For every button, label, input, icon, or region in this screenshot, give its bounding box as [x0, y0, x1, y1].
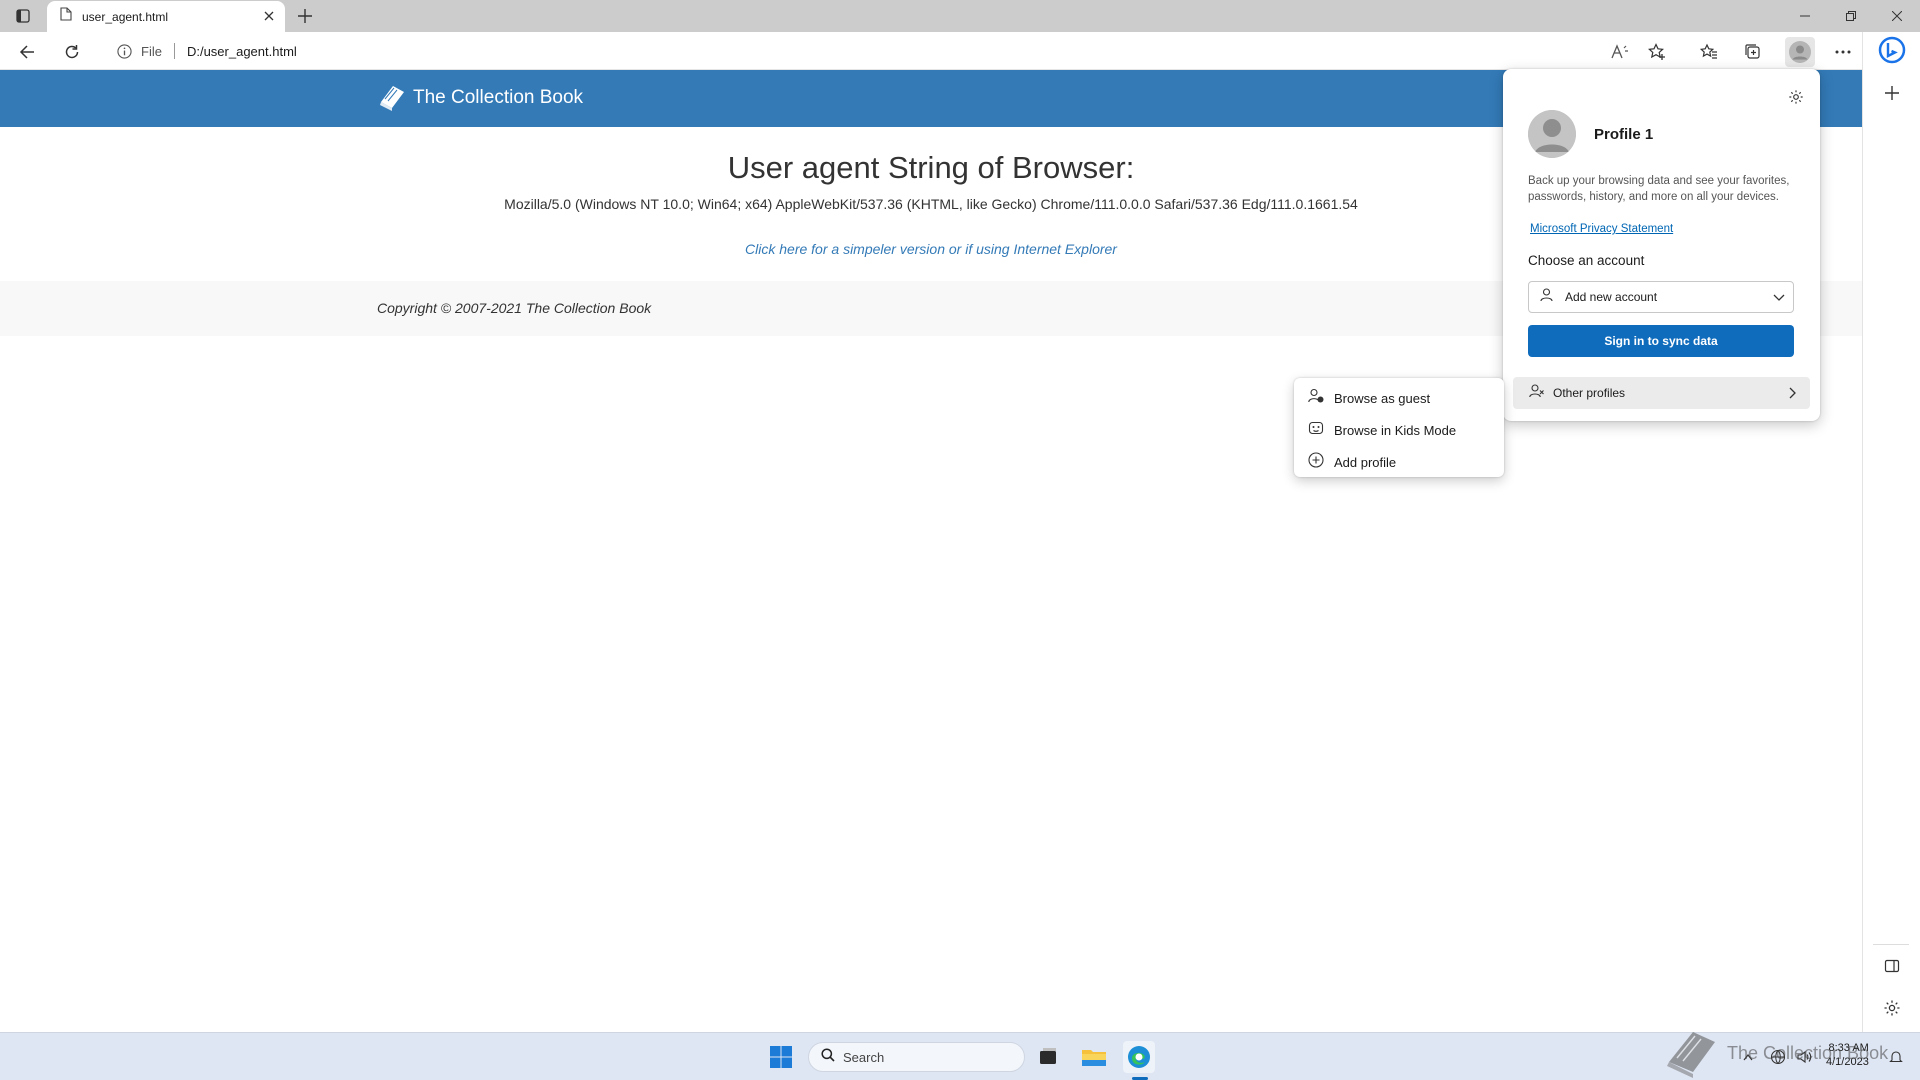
address-url[interactable]: D:/user_agent.html [187, 44, 297, 59]
collections-icon[interactable] [1740, 39, 1766, 65]
book-watermark-icon [1667, 1032, 1715, 1078]
active-tab[interactable]: user_agent.html [47, 1, 285, 32]
edge-taskbar-icon[interactable] [1123, 1041, 1155, 1073]
sidebar-settings-icon[interactable] [1879, 995, 1905, 1021]
other-profiles-label: Other profiles [1553, 386, 1626, 400]
page-file-icon [60, 7, 72, 26]
windows-taskbar: Search 8:33 AM 4/1/2023 [0, 1032, 1920, 1080]
site-info-icon[interactable]: File [117, 44, 162, 59]
edge-sidebar [1862, 32, 1920, 1032]
add-sidebar-icon[interactable] [1879, 80, 1905, 106]
profile-settings-icon[interactable] [1786, 87, 1806, 107]
bing-chat-icon[interactable] [1877, 35, 1907, 65]
hide-sidebar-icon[interactable] [1879, 953, 1905, 979]
favorites-icon[interactable] [1696, 39, 1722, 65]
read-aloud-icon[interactable] [1607, 39, 1633, 65]
add-profile-item[interactable]: Add profile [1294, 446, 1504, 478]
sync-description: Back up your browsing data and see your … [1528, 175, 1790, 203]
privacy-statement-link[interactable]: Microsoft Privacy Statement [1530, 223, 1673, 235]
site-brand[interactable]: The Collection Book [377, 84, 583, 112]
add-circle-icon [1308, 451, 1324, 473]
watermark-text: The Collection Book [1727, 1042, 1889, 1063]
account-select[interactable]: Add new account [1528, 281, 1794, 313]
person-icon [1540, 287, 1553, 307]
notification-icon[interactable] [1886, 1047, 1906, 1067]
account-select-value: Add new account [1565, 290, 1658, 304]
other-profiles-submenu: Browse as guest Browse in Kids Mode Add … [1294, 378, 1504, 477]
close-window-icon[interactable] [1879, 4, 1915, 28]
profile-name: Profile 1 [1594, 126, 1654, 143]
collection-book-watermark: The Collection Book [1665, 1028, 1888, 1078]
kids-mode-icon [1308, 420, 1324, 441]
file-explorer-icon[interactable] [1078, 1041, 1110, 1073]
sign-in-sync-button[interactable]: Sign in to sync data [1528, 325, 1794, 357]
address-separator [173, 43, 175, 59]
profile-avatar-button[interactable] [1785, 37, 1815, 67]
chevron-down-icon [1773, 290, 1785, 308]
minimize-icon[interactable] [1787, 4, 1823, 28]
submenu-label: Add profile [1334, 454, 1397, 470]
add-favorite-icon[interactable] [1644, 39, 1670, 65]
tab-actions-icon[interactable] [10, 5, 36, 27]
tab-strip: user_agent.html [0, 0, 1920, 32]
kids-mode-item[interactable]: Browse in Kids Mode [1294, 414, 1504, 446]
profile-flyout: Profile 1 Back up your browsing data and… [1503, 69, 1820, 421]
refresh-icon[interactable] [59, 39, 85, 65]
search-icon [821, 1047, 835, 1067]
brand-name: The Collection Book [413, 87, 584, 108]
address-bar[interactable]: File D:/user_agent.html [101, 36, 1631, 66]
profiles-icon [1529, 383, 1545, 403]
choose-account-label: Choose an account [1528, 253, 1645, 268]
windows-start-icon[interactable] [765, 1041, 797, 1073]
profile-avatar [1528, 110, 1576, 158]
more-options-icon[interactable] [1830, 39, 1856, 65]
avatar-icon [1789, 41, 1811, 63]
browse-as-guest-item[interactable]: Browse as guest [1294, 382, 1504, 414]
guest-icon [1308, 388, 1324, 409]
tab-title: user_agent.html [82, 9, 169, 24]
task-view-icon[interactable] [1032, 1041, 1064, 1073]
submenu-label: Browse in Kids Mode [1334, 422, 1457, 438]
sidebar-divider [1873, 944, 1909, 945]
chevron-right-icon [1786, 386, 1798, 404]
restore-icon[interactable] [1833, 4, 1869, 28]
copyright-text: Copyright © 2007-2021 The Collection Boo… [377, 300, 652, 316]
browser-toolbar: File D:/user_agent.html [0, 32, 1920, 70]
back-arrow-icon[interactable] [14, 39, 40, 65]
new-tab-icon[interactable] [295, 6, 315, 26]
close-tab-icon[interactable] [261, 8, 277, 24]
submenu-label: Browse as guest [1334, 390, 1431, 406]
search-placeholder: Search [843, 1049, 885, 1065]
address-scheme: File [141, 43, 162, 59]
taskbar-search[interactable]: Search [808, 1042, 1025, 1072]
other-profiles-item[interactable]: Other profiles [1513, 377, 1810, 409]
book-logo-icon [380, 86, 404, 111]
